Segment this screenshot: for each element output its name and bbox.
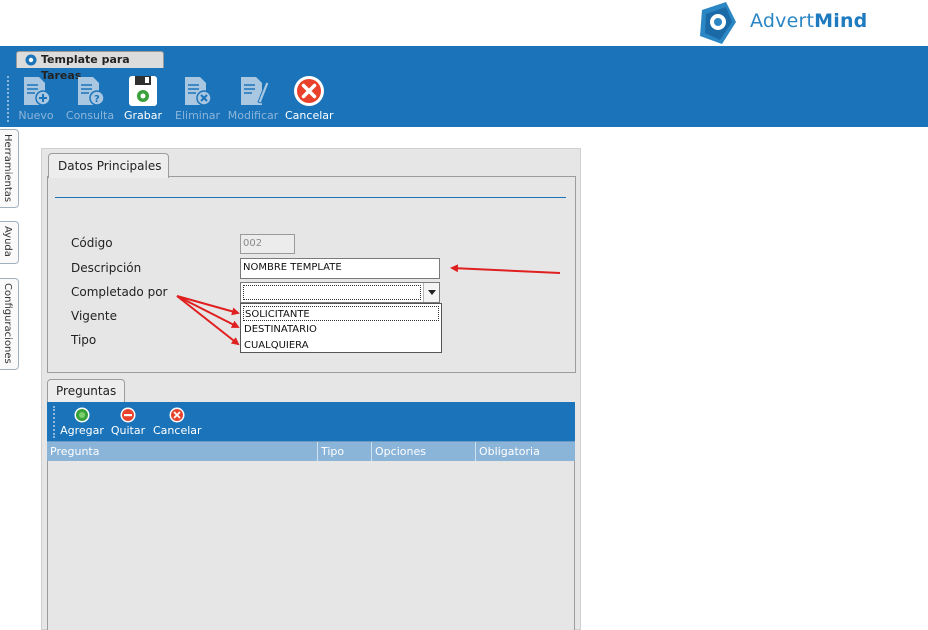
dropdown-option-solicitante[interactable]: SOLICITANTE bbox=[243, 306, 439, 321]
preguntas-toolbar-grip[interactable] bbox=[53, 406, 55, 438]
toolbar-grip[interactable] bbox=[7, 76, 9, 122]
advertmind-logo-text: AdvertMind bbox=[750, 10, 868, 32]
delete-document-icon bbox=[185, 77, 212, 106]
vigente-label: Vigente bbox=[71, 309, 117, 323]
completado-por-label: Completado por bbox=[71, 285, 168, 299]
completado-por-select[interactable] bbox=[240, 282, 440, 303]
tab-datos-principales[interactable]: Datos Principales bbox=[48, 153, 169, 178]
svg-text:?: ? bbox=[94, 94, 100, 105]
advertmind-logo: AdvertMind bbox=[696, 0, 896, 46]
preguntas-grid-header: Pregunta Tipo Opciones Obligatoria bbox=[47, 441, 575, 461]
side-tab-configuraciones-label: Configuraciones bbox=[2, 283, 13, 364]
preguntas-toolbar: Agregar Quitar Cancelar bbox=[47, 402, 575, 441]
query-document-icon: ? bbox=[78, 77, 105, 106]
column-header-pregunta[interactable]: Pregunta bbox=[47, 442, 318, 461]
preguntas-cancelar-button[interactable]: Cancelar bbox=[153, 407, 202, 437]
completado-por-focus-ring bbox=[243, 285, 421, 300]
window-tab-template-para-tareas[interactable]: Template para Tareas bbox=[16, 51, 164, 82]
window-tab-strip: Template para Tareas bbox=[0, 46, 928, 82]
codigo-field[interactable]: 002 bbox=[240, 234, 295, 254]
chevron-down-icon[interactable] bbox=[423, 283, 439, 302]
cancel-icon bbox=[169, 407, 185, 423]
descripcion-field[interactable]: NOMBRE TEMPLATE bbox=[240, 258, 440, 279]
side-tab-configuraciones[interactable]: Configuraciones bbox=[0, 278, 19, 370]
consulta-button[interactable]: ? Consulta bbox=[65, 74, 115, 124]
main-toolbar: Nuevo ? Consulta Grabar Eliminar Modific… bbox=[0, 70, 928, 127]
column-header-tipo[interactable]: Tipo bbox=[318, 442, 372, 461]
side-tab-ayuda-label: Ayuda bbox=[2, 226, 13, 257]
codigo-label: Código bbox=[71, 236, 113, 250]
section-divider bbox=[55, 197, 566, 198]
preguntas-cancelar-label: Cancelar bbox=[153, 424, 202, 437]
nuevo-button[interactable]: Nuevo bbox=[17, 74, 55, 124]
nuevo-label: Nuevo bbox=[18, 109, 54, 122]
quitar-button[interactable]: Quitar bbox=[110, 407, 146, 437]
eliminar-button[interactable]: Eliminar bbox=[175, 74, 221, 124]
remove-icon bbox=[120, 407, 136, 423]
dropdown-option-cualquiera[interactable]: CUALQUIERA bbox=[243, 338, 439, 353]
column-header-opciones[interactable]: Opciones bbox=[372, 442, 476, 461]
quitar-label: Quitar bbox=[110, 424, 146, 437]
cancelar-button[interactable]: Cancelar bbox=[285, 74, 334, 124]
cancel-icon bbox=[294, 76, 324, 106]
edit-document-icon bbox=[241, 77, 270, 105]
save-icon bbox=[129, 76, 157, 106]
app-tab-icon bbox=[25, 54, 37, 66]
tab-preguntas-label: Preguntas bbox=[56, 384, 117, 398]
new-document-icon bbox=[24, 77, 51, 106]
side-tab-herramientas-label: Herramientas bbox=[2, 134, 13, 203]
dropdown-option-destinatario[interactable]: DESTINATARIO bbox=[243, 322, 439, 337]
tipo-label: Tipo bbox=[71, 333, 97, 347]
column-header-obligatoria[interactable]: Obligatoria bbox=[476, 442, 575, 461]
completado-por-dropdown: SOLICITANTE DESTINATARIO CUALQUIERA bbox=[240, 303, 442, 353]
grabar-label: Grabar bbox=[124, 109, 163, 122]
grabar-button[interactable]: Grabar bbox=[124, 74, 162, 124]
tab-datos-principales-label: Datos Principales bbox=[58, 159, 162, 173]
cancelar-label: Cancelar bbox=[285, 109, 334, 122]
agregar-button[interactable]: Agregar bbox=[60, 407, 104, 437]
side-tab-herramientas[interactable]: Herramientas bbox=[0, 129, 19, 208]
preguntas-grid-body[interactable] bbox=[47, 461, 575, 630]
eliminar-label: Eliminar bbox=[175, 109, 221, 122]
modificar-button[interactable]: Modificar bbox=[227, 74, 279, 124]
agregar-label: Agregar bbox=[60, 424, 104, 437]
consulta-label: Consulta bbox=[65, 109, 115, 122]
advertmind-logo-icon bbox=[700, 2, 736, 44]
add-icon bbox=[74, 407, 90, 423]
side-tab-ayuda[interactable]: Ayuda bbox=[0, 221, 19, 264]
descripcion-label: Descripción bbox=[71, 261, 142, 275]
app-header: AdvertMind bbox=[0, 0, 928, 46]
tab-preguntas[interactable]: Preguntas bbox=[47, 379, 125, 402]
modificar-label: Modificar bbox=[227, 109, 279, 122]
